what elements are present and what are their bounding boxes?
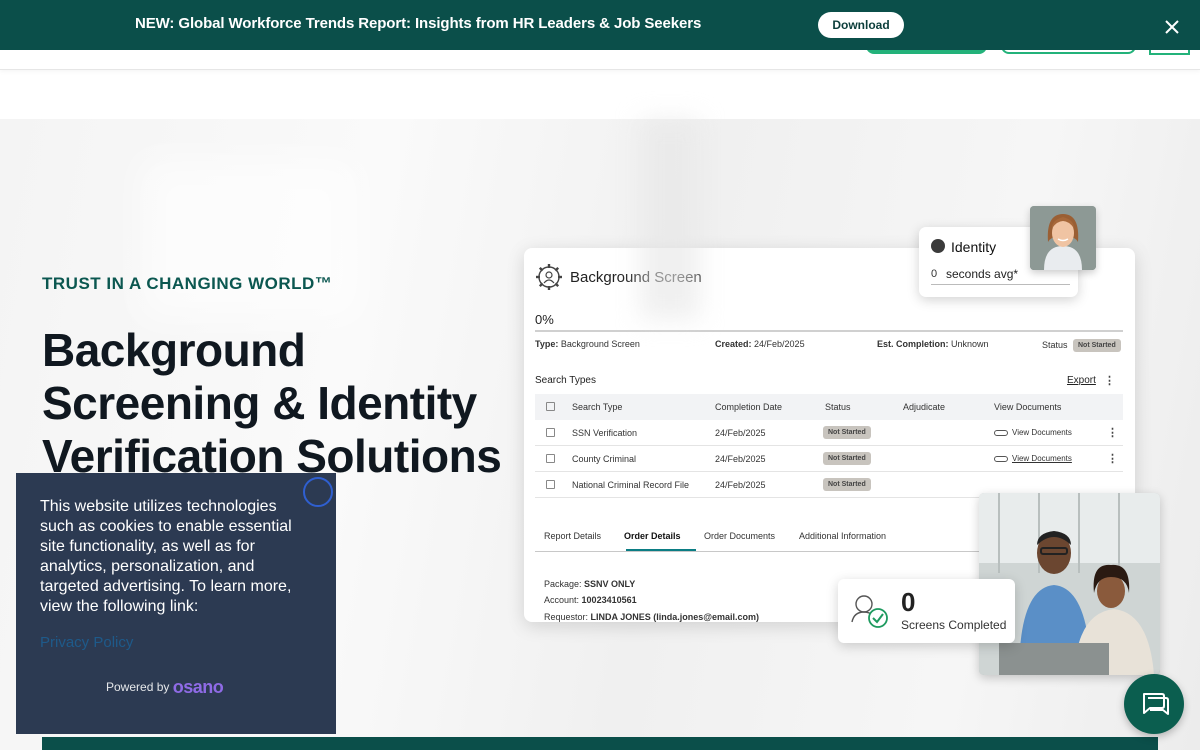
screens-count: 0 <box>901 587 916 617</box>
search-type: National Criminal Record File <box>572 480 690 490</box>
status-badge: Not Started <box>1073 339 1121 352</box>
progress-bar <box>535 330 1123 332</box>
hero-headline: Background Screening & Identity Verifica… <box>42 324 502 482</box>
user-check-icon <box>851 595 888 628</box>
account-line: Account: 10023410561 <box>544 595 637 605</box>
search-types-table: Search Type Completion Date Status Adjud… <box>535 394 1123 498</box>
table-row[interactable]: SSN Verification 24/Feb/2025 Not Started… <box>535 420 1123 446</box>
col-adjudicate: Adjudicate <box>903 402 946 412</box>
cookie-message: This website utilizes technologies such … <box>40 498 292 615</box>
select-all-checkbox[interactable] <box>546 402 555 411</box>
more-icon[interactable]: ⋮ <box>1104 374 1115 387</box>
chat-bubble-icon <box>1143 693 1169 715</box>
footer-bar <box>42 737 1158 750</box>
view-documents-label: View Documents <box>1012 428 1072 437</box>
tab-order-details[interactable]: Order Details <box>624 531 681 541</box>
view-documents-link[interactable]: View Documents <box>994 428 1072 437</box>
requestor-label: Requestor: <box>544 612 589 622</box>
created-meta: Created: 24/Feb/2025 <box>715 339 805 349</box>
link-icon <box>994 429 1008 436</box>
account-value: 10023410561 <box>581 595 637 605</box>
link-icon <box>994 455 1008 462</box>
row-more-icon[interactable]: ⋮ <box>1107 452 1118 465</box>
identity-count: 0 <box>931 268 938 280</box>
powered-by-label: Powered by <box>106 680 170 694</box>
est-completion-meta: Est. Completion: Unknown <box>877 339 989 349</box>
row-more-icon[interactable]: ⋮ <box>1107 426 1118 439</box>
type-label: Type: <box>535 339 559 349</box>
type-value: Background Screen <box>560 339 640 349</box>
col-view-documents: View Documents <box>994 402 1062 412</box>
search-types-title: Search Types <box>535 375 596 386</box>
tab-report-details[interactable]: Report Details <box>544 531 601 541</box>
gear-user-icon <box>536 264 562 290</box>
identity-label: seconds avg* <box>946 267 1019 281</box>
type-meta: Type: Background Screen <box>535 339 640 349</box>
hero-eyebrow: TRUST IN A CHANGING WORLD™ <box>42 274 333 293</box>
person-photo <box>1030 206 1096 270</box>
account-label: Account: <box>544 595 580 605</box>
banner-text[interactable]: NEW: Global Workforce Trends Report: Ins… <box>135 15 701 32</box>
search-type: County Criminal <box>572 454 637 464</box>
site-header <box>0 46 1200 70</box>
screens-completed-card: 0 Screens Completed <box>838 579 1015 643</box>
tab-additional-information[interactable]: Additional Information <box>799 531 886 541</box>
status-badge: Not Started <box>823 478 871 491</box>
completion-date: 24/Feb/2025 <box>715 454 766 464</box>
created-value: 24/Feb/2025 <box>754 339 805 349</box>
col-status: Status <box>825 402 851 412</box>
col-completion-date: Completion Date <box>715 402 783 412</box>
screens-label: Screens Completed <box>901 618 1007 632</box>
identity-status-icon <box>931 239 945 253</box>
export-link[interactable]: Export <box>1067 375 1096 386</box>
view-documents-label: View Documents <box>1012 454 1072 463</box>
osano-logo[interactable]: osano <box>173 677 224 697</box>
download-button[interactable]: Download <box>818 12 904 38</box>
completion-date: 24/Feb/2025 <box>715 480 766 490</box>
progress-value: 0% <box>535 312 554 327</box>
search-type: SSN Verification <box>572 428 638 438</box>
created-label: Created: <box>715 339 752 349</box>
est-completion-label: Est. Completion: <box>877 339 949 349</box>
package-label: Package: <box>544 579 582 589</box>
col-search-type: Search Type <box>572 402 623 412</box>
completion-date: 24/Feb/2025 <box>715 428 766 438</box>
tab-order-documents[interactable]: Order Documents <box>704 531 775 541</box>
row-checkbox[interactable] <box>546 480 555 489</box>
view-documents-link[interactable]: View Documents <box>994 454 1072 463</box>
est-completion-value: Unknown <box>951 339 989 349</box>
powered-by: Powered by osano <box>106 677 224 698</box>
status-badge: Not Started <box>823 452 871 465</box>
package-value: SSNV ONLY <box>584 579 636 589</box>
status-label: Status <box>1042 340 1068 350</box>
table-header: Search Type Completion Date Status Adjud… <box>535 394 1123 420</box>
chat-button[interactable] <box>1124 674 1184 734</box>
status-badge: Not Started <box>823 426 871 439</box>
privacy-policy-link[interactable]: Privacy Policy <box>40 634 133 651</box>
row-checkbox[interactable] <box>546 428 555 437</box>
identity-title: Identity <box>951 239 997 255</box>
requestor-value: LINDA JONES (linda.jones@email.com) <box>590 612 760 622</box>
announcement-banner: NEW: Global Workforce Trends Report: Ins… <box>0 0 1200 50</box>
package-line: Package: SSNV ONLY <box>544 579 635 589</box>
active-tab-indicator <box>626 549 696 551</box>
cookie-consent-dialog: This website utilizes technologies such … <box>16 473 336 734</box>
close-icon[interactable] <box>1161 16 1183 38</box>
card-title: Background Screen <box>570 269 702 286</box>
row-checkbox[interactable] <box>546 454 555 463</box>
identity-divider <box>931 284 1070 285</box>
table-row[interactable]: County Criminal 24/Feb/2025 Not Started … <box>535 446 1123 472</box>
requestor-line: Requestor: LINDA JONES (linda.jones@emai… <box>544 612 759 622</box>
